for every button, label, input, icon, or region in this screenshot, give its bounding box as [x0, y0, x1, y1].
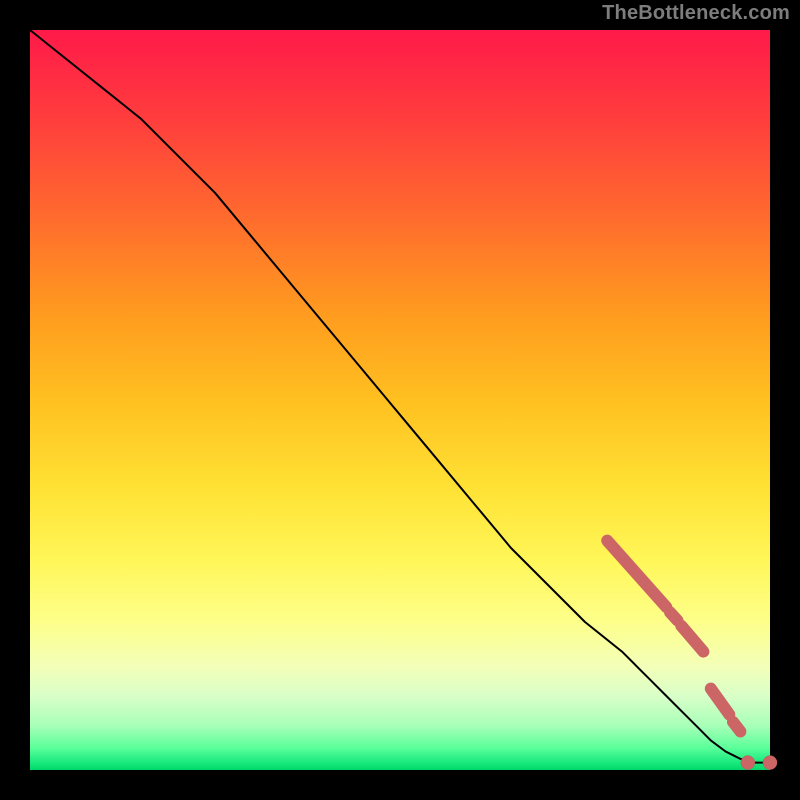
highlight-point [763, 756, 777, 770]
chart-overlay-svg [30, 30, 770, 770]
highlight-segment [607, 541, 666, 608]
highlight-segment [670, 612, 677, 620]
highlight-segment [733, 722, 740, 732]
attribution-text: TheBottleneck.com [602, 2, 790, 25]
highlight-point [741, 756, 755, 770]
highlight-segment [681, 626, 703, 652]
highlight-segment [711, 689, 730, 715]
bottleneck-curve-line [30, 30, 770, 763]
chart-stage: TheBottleneck.com [0, 0, 800, 800]
